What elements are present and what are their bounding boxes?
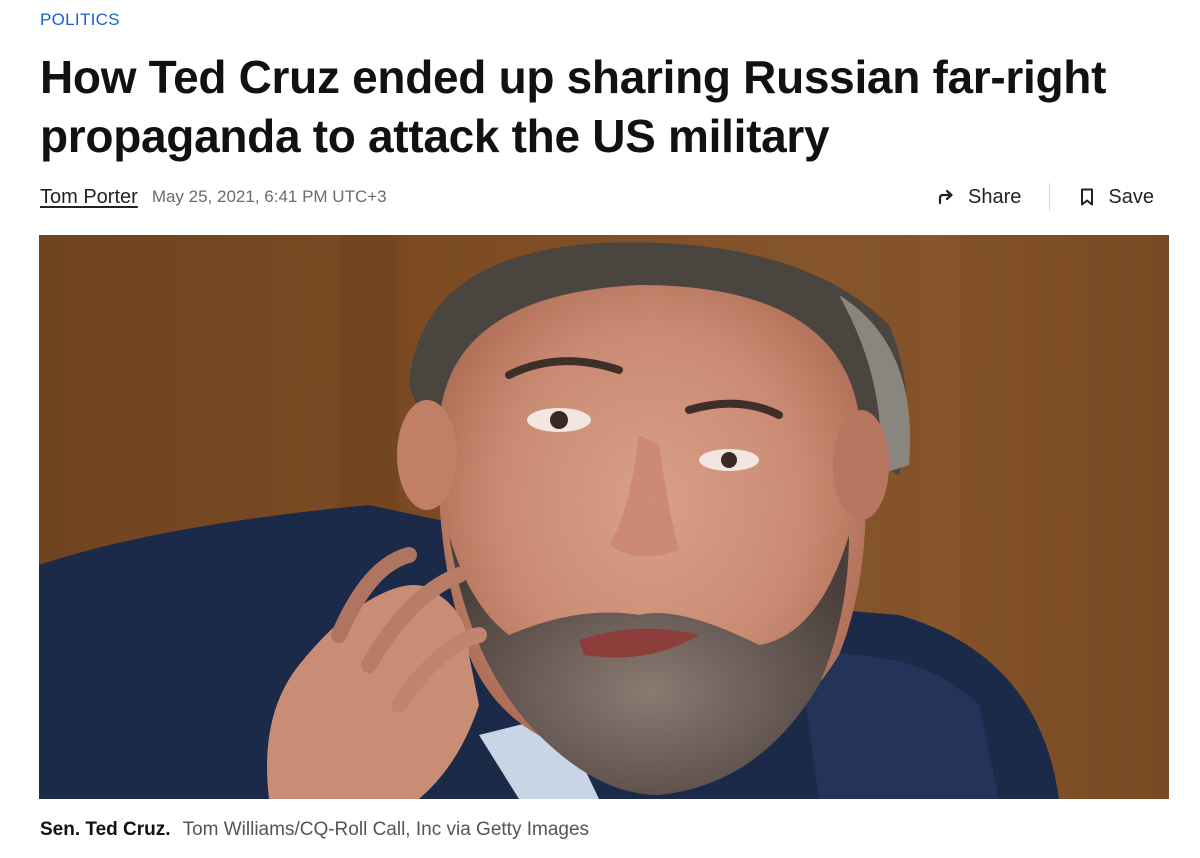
caption-subject: Sen. Ted Cruz. xyxy=(40,819,171,840)
byline: Tom Porter May 25, 2021, 6:41 PM UTC+3 xyxy=(40,183,387,211)
article-actions: Share Save xyxy=(936,180,1154,214)
photo-caption: Sen. Ted Cruz. Tom Williams/CQ-Roll Call… xyxy=(40,819,589,841)
save-button[interactable]: Save xyxy=(1078,186,1154,209)
hero-photo-illustration xyxy=(39,235,1169,799)
share-arrow-icon xyxy=(938,189,953,205)
actions-divider xyxy=(1049,183,1051,211)
save-label: Save xyxy=(1108,185,1154,208)
author-link[interactable]: Tom Porter xyxy=(40,186,138,209)
share-label: Share xyxy=(968,185,1022,208)
hero-photo xyxy=(39,235,1169,799)
publish-date: May 25, 2021, 6:41 PM UTC+3 xyxy=(151,187,387,206)
bookmark-icon xyxy=(1081,188,1094,206)
caption-credit: Tom Williams/CQ-Roll Call, Inc via Getty… xyxy=(182,819,590,840)
share-button[interactable]: Share xyxy=(936,186,1021,209)
category-link[interactable]: POLITICS xyxy=(40,10,120,30)
article-headline: How Ted Cruz ended up sharing Russian fa… xyxy=(40,51,1107,162)
